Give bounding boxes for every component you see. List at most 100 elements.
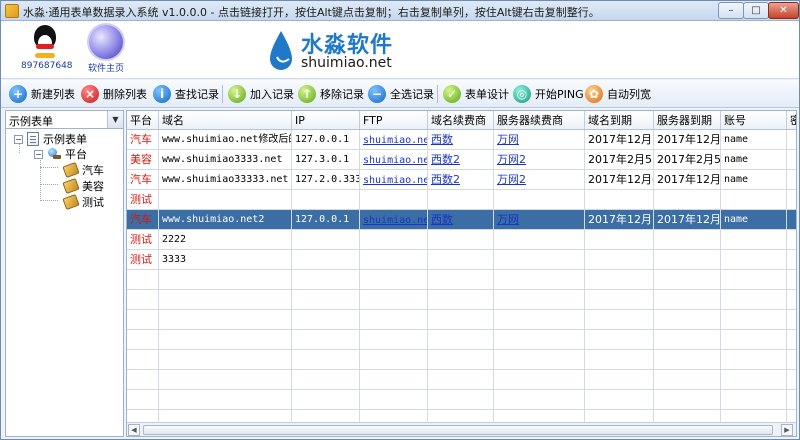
- table-cell[interactable]: 西数: [428, 130, 494, 149]
- table-cell[interactable]: [494, 330, 585, 349]
- table-cell[interactable]: shuimiao.ne…: [360, 210, 428, 229]
- dropdown-arrow-icon[interactable]: ▼: [107, 111, 123, 128]
- table-cell[interactable]: [494, 270, 585, 289]
- column-header[interactable]: IP: [292, 111, 360, 129]
- table-row-empty[interactable]: [127, 330, 796, 350]
- table-cell[interactable]: [787, 190, 796, 209]
- table-cell[interactable]: [721, 230, 787, 249]
- table-cell[interactable]: [159, 190, 292, 209]
- table-cell[interactable]: [585, 270, 654, 289]
- table-cell[interactable]: [159, 270, 292, 289]
- table-cell[interactable]: [654, 390, 721, 409]
- table-cell[interactable]: [787, 370, 796, 389]
- auto-width-button[interactable]: ✿ 自动列宽: [585, 83, 651, 105]
- cell-link[interactable]: 万网: [497, 133, 519, 146]
- table-cell[interactable]: [721, 190, 787, 209]
- table-cell[interactable]: [360, 350, 428, 369]
- table-row-selected[interactable]: 汽车www.shuimiao.net2127.0.0.1shuimiao.ne……: [127, 210, 796, 230]
- table-cell[interactable]: [127, 370, 159, 389]
- table-cell[interactable]: 2017年12月6…: [654, 170, 721, 189]
- table-cell[interactable]: [127, 270, 159, 289]
- column-header[interactable]: 密: [787, 111, 796, 129]
- table-cell[interactable]: 测试: [127, 230, 159, 249]
- table-cell[interactable]: 127.0.0.1: [292, 210, 360, 229]
- horizontal-scrollbar[interactable]: ◀ ▶: [127, 422, 796, 436]
- table-cell[interactable]: [292, 230, 360, 249]
- table-cell[interactable]: [721, 290, 787, 309]
- table-cell[interactable]: [428, 250, 494, 269]
- table-row[interactable]: 测试 2222: [127, 230, 796, 250]
- table-cell[interactable]: name: [721, 170, 787, 189]
- table-cell[interactable]: 2017年2月5…: [585, 150, 654, 169]
- table-cell[interactable]: name: [721, 210, 787, 229]
- table-cell[interactable]: [428, 350, 494, 369]
- tree-platform-item[interactable]: − 平台: [34, 146, 87, 162]
- table-cell[interactable]: 测试: [127, 190, 159, 209]
- table-cell[interactable]: [585, 310, 654, 329]
- tree-item-car[interactable]: 汽车: [62, 161, 104, 179]
- table-cell[interactable]: [127, 330, 159, 349]
- cell-link[interactable]: 西数: [431, 133, 453, 146]
- table-cell[interactable]: [360, 290, 428, 309]
- table-cell[interactable]: [428, 290, 494, 309]
- minimize-button[interactable]: –: [718, 2, 744, 19]
- table-cell[interactable]: [721, 350, 787, 369]
- table-cell[interactable]: 3333: [159, 250, 292, 269]
- cell-link[interactable]: 万网2: [497, 173, 526, 186]
- table-cell[interactable]: 汽车: [127, 210, 159, 229]
- table-row[interactable]: 汽车 www.shuimiao33333.net 127.2.0.333 shuimi…: [127, 170, 796, 190]
- data-grid[interactable]: 平台域名IPFTP域名续费商服务器续费商域名到期服务器到期账号密汽车www.sh…: [126, 110, 797, 437]
- form-select-combo[interactable]: 示例表单 ▼: [6, 111, 123, 129]
- table-cell[interactable]: [360, 330, 428, 349]
- table-cell[interactable]: [292, 290, 360, 309]
- table-cell[interactable]: [787, 270, 796, 289]
- table-cell[interactable]: shuimiao.ne…: [360, 130, 428, 149]
- scrollbar-thumb[interactable]: [143, 425, 773, 435]
- table-cell[interactable]: [721, 330, 787, 349]
- new-list-button[interactable]: + 新建列表: [9, 83, 75, 105]
- collapse-toggle-icon[interactable]: −: [34, 149, 43, 159]
- table-row[interactable]: 美容 www.shuimiao3333.net 127.3.0.1 shuimiao.…: [127, 150, 796, 170]
- table-cell[interactable]: [292, 270, 360, 289]
- table-cell[interactable]: 万网: [494, 130, 585, 149]
- table-cell[interactable]: [585, 350, 654, 369]
- table-cell[interactable]: www.shuimiao.net2: [159, 210, 292, 229]
- table-row-empty[interactable]: [127, 290, 796, 310]
- table-cell[interactable]: [360, 230, 428, 249]
- select-all-button[interactable]: − 全选记录: [368, 83, 434, 105]
- cell-link[interactable]: 万网2: [497, 153, 526, 166]
- table-cell[interactable]: 2017年12月7…: [585, 130, 654, 149]
- table-cell[interactable]: 2222: [159, 230, 292, 249]
- table-cell[interactable]: [494, 190, 585, 209]
- table-cell[interactable]: [428, 230, 494, 249]
- table-cell[interactable]: [292, 250, 360, 269]
- column-header[interactable]: 域名续费商: [428, 111, 494, 129]
- cell-link[interactable]: 西数2: [431, 173, 460, 186]
- table-cell[interactable]: [360, 190, 428, 209]
- table-row[interactable]: 测试: [127, 190, 796, 210]
- table-cell[interactable]: [787, 150, 796, 169]
- table-cell[interactable]: 127.2.0.333: [292, 170, 360, 189]
- table-row-empty[interactable]: [127, 390, 796, 410]
- table-cell[interactable]: [360, 270, 428, 289]
- table-cell[interactable]: [292, 330, 360, 349]
- cell-link[interactable]: 万网: [497, 213, 519, 226]
- table-cell[interactable]: shuimiao.ne…: [360, 170, 428, 189]
- cell-link[interactable]: shuimiao.ne…: [363, 135, 427, 146]
- table-cell[interactable]: [585, 390, 654, 409]
- table-cell[interactable]: [721, 370, 787, 389]
- column-header[interactable]: 域名到期: [585, 111, 654, 129]
- table-cell[interactable]: [787, 250, 796, 269]
- table-cell[interactable]: [585, 330, 654, 349]
- table-cell[interactable]: 汽车: [127, 130, 159, 149]
- table-cell[interactable]: www.shuimiao3333.net: [159, 150, 292, 169]
- table-cell[interactable]: [292, 370, 360, 389]
- table-cell[interactable]: [494, 310, 585, 329]
- table-cell[interactable]: [428, 270, 494, 289]
- table-cell[interactable]: [585, 290, 654, 309]
- collapse-toggle-icon[interactable]: −: [14, 134, 23, 144]
- table-cell[interactable]: 2017年12月7…: [654, 130, 721, 149]
- table-cell[interactable]: [585, 230, 654, 249]
- table-cell[interactable]: [721, 310, 787, 329]
- table-cell[interactable]: [494, 390, 585, 409]
